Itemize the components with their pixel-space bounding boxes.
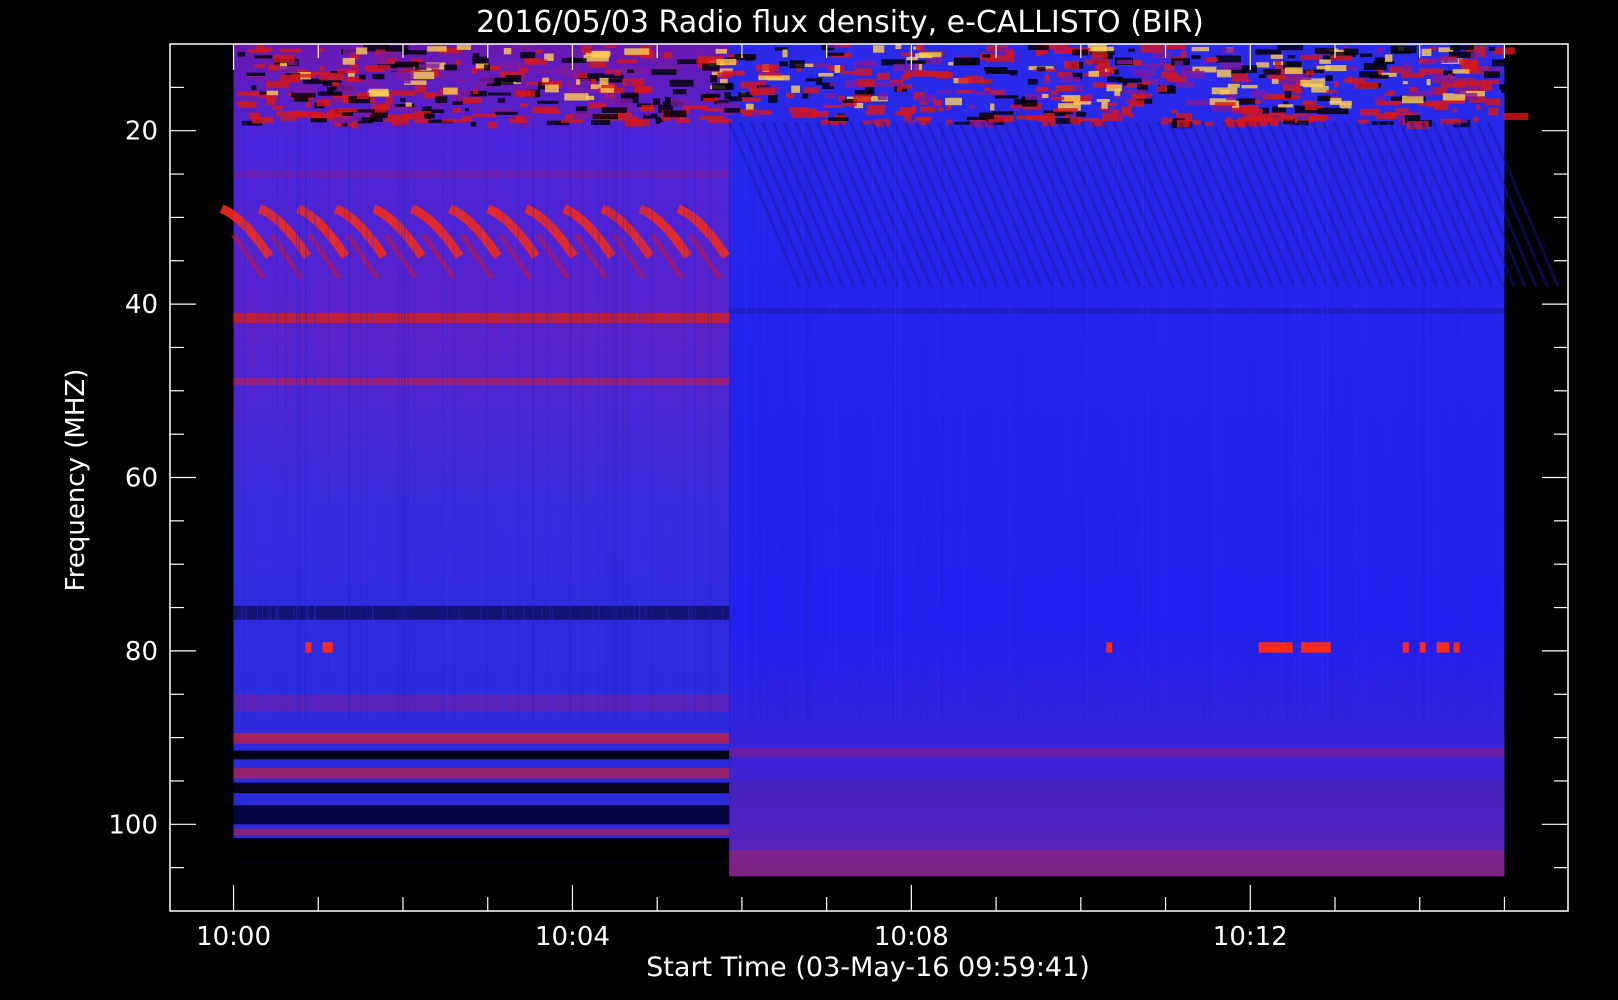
y-tick-label: 40 — [125, 290, 158, 320]
chart-title: 2016/05/03 Radio flux density, e-CALLIST… — [476, 5, 1204, 40]
x-tick-label: 10:00 — [196, 922, 271, 952]
spectrogram-chart: 20 40 60 80 100 10:00 10:04 10:08 10:12 2016/05/… — [0, 0, 1618, 1000]
y-tick-label: 80 — [125, 637, 158, 667]
spectrogram-heatmap — [219, 44, 1560, 877]
y-tick-label: 60 — [125, 464, 158, 494]
y-tick-label: 100 — [108, 810, 158, 840]
y-tick-label: 20 — [125, 117, 158, 147]
x-tick-label: 10:08 — [874, 922, 949, 952]
x-tick-label: 10:12 — [1213, 922, 1288, 952]
x-axis-label: Start Time (03-May-16 09:59:41) — [646, 952, 1090, 983]
y-axis-label: Frequency (MHZ) — [61, 369, 91, 592]
x-tick-label: 10:04 — [535, 922, 610, 952]
